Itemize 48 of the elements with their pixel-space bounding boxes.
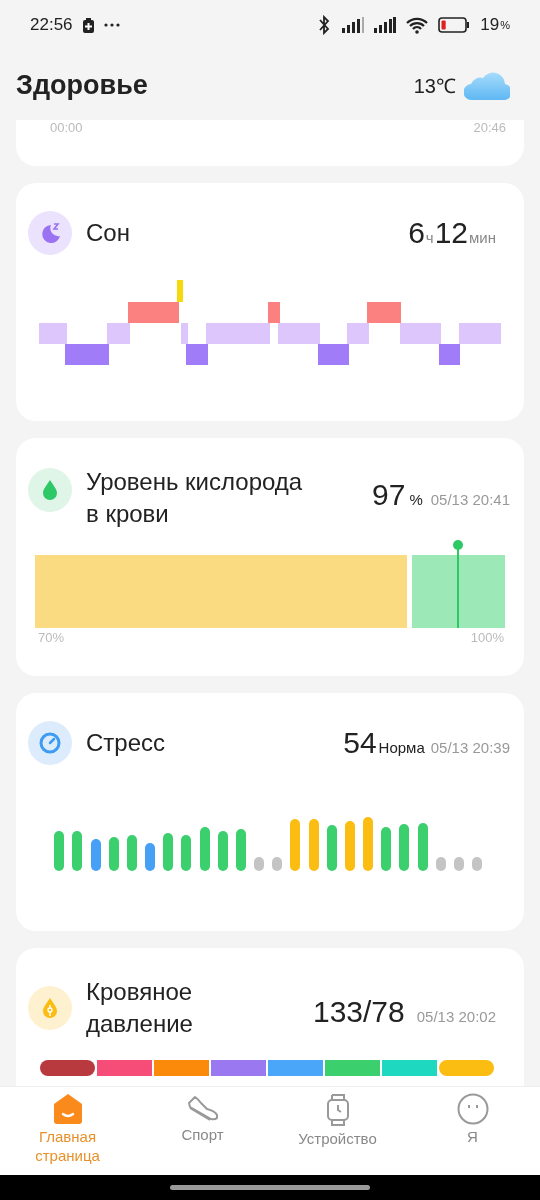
minutes-unit: мин bbox=[469, 229, 496, 246]
blood-pressure-card[interactable]: Кровяное давление 133/78 05/13 20:02 bbox=[16, 948, 524, 1086]
sleep-minutes: 12 bbox=[434, 216, 468, 250]
face-icon bbox=[456, 1093, 489, 1125]
page-title: Здоровье bbox=[16, 69, 149, 101]
sleep-hours: 6 bbox=[408, 216, 425, 250]
axis-label: 70% bbox=[38, 630, 65, 645]
measure-time: 05/13 20:41 bbox=[430, 491, 510, 508]
measure-time: 05/13 20:39 bbox=[430, 739, 510, 756]
signal-icon bbox=[342, 17, 365, 33]
pressure-drop-icon bbox=[28, 986, 72, 1030]
sleep-card[interactable]: Сон 6ч 12мин bbox=[16, 183, 524, 421]
stress-value: 54 bbox=[343, 726, 377, 760]
watch-icon bbox=[324, 1093, 351, 1127]
oxygen-value: 97 bbox=[372, 478, 406, 512]
nav-tab[interactable]: Устройство bbox=[270, 1093, 405, 1148]
wifi-icon bbox=[406, 16, 429, 34]
gauge-icon bbox=[28, 721, 72, 765]
card-title: Кровяное давление bbox=[86, 977, 194, 1039]
signal-icon bbox=[374, 17, 397, 33]
stress-card[interactable]: Стресс 54Норма 05/13 20:39 bbox=[16, 693, 524, 931]
cloud-icon bbox=[464, 70, 510, 100]
temperature: 13℃ bbox=[413, 73, 456, 99]
battery-percent-unit: % bbox=[500, 19, 510, 31]
battery-percent: 19 bbox=[480, 15, 500, 35]
oxygen-card[interactable]: Уровень кислорода в крови 97% 05/13 20:41 70% 100% bbox=[16, 438, 524, 676]
status-time: 22:56 bbox=[30, 15, 73, 35]
nav-tab[interactable]: Спорт bbox=[135, 1093, 270, 1144]
nav-tab[interactable]: Я bbox=[405, 1093, 540, 1146]
oxygen-unit: % bbox=[409, 491, 423, 508]
battery-saver-icon bbox=[82, 17, 94, 33]
measure-time: 05/13 20:02 bbox=[416, 1008, 496, 1025]
moon-icon bbox=[28, 211, 72, 255]
home-icon bbox=[52, 1093, 83, 1125]
hours-unit: ч bbox=[425, 229, 434, 246]
card-title: Уровень кислорода в крови bbox=[86, 467, 304, 529]
home-indicator[interactable] bbox=[170, 1185, 370, 1190]
stress-status: Норма bbox=[378, 739, 425, 756]
more-icon bbox=[103, 23, 120, 27]
sneaker-icon bbox=[185, 1093, 220, 1123]
drop-icon bbox=[28, 468, 72, 512]
pressure-value: 133/78 bbox=[313, 995, 405, 1029]
axis-label: 00:00 bbox=[50, 120, 83, 137]
card-title: Сон bbox=[86, 218, 130, 248]
card-title: Стресс bbox=[86, 728, 166, 758]
axis-label: 100% bbox=[470, 630, 504, 645]
battery-icon bbox=[438, 17, 471, 33]
axis-label: 20:46 bbox=[473, 120, 506, 137]
